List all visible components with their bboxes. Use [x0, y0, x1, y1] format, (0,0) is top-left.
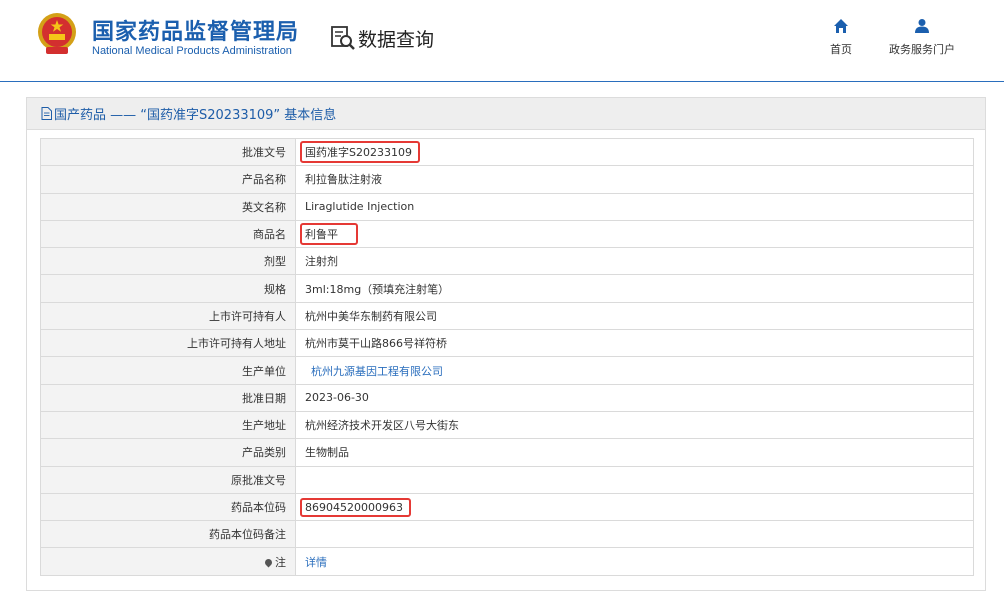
- field-label: 药品本位码备注: [40, 520, 296, 549]
- drug-info-table: 批准文号 国药准字S20233109 产品名称 利拉鲁肽注射液 英文名称 Lir…: [40, 137, 974, 576]
- details-link[interactable]: 详情: [305, 556, 327, 569]
- table-row: 上市许可持有人地址 杭州市莫干山路866号祥符桥: [40, 329, 974, 358]
- manufacturer-link[interactable]: 杭州九源基因工程有限公司: [305, 365, 443, 378]
- field-label: 药品本位码: [40, 492, 296, 522]
- field-label: 剂型: [40, 247, 296, 276]
- table-row: 原批准文号: [40, 465, 974, 494]
- note-label: 注: [275, 555, 286, 569]
- field-label: 规格: [40, 274, 296, 303]
- panel-title: 国产药品 —— “国药准字S20233109” 基本信息: [54, 108, 337, 123]
- field-label: 产品类别: [40, 438, 296, 467]
- approval-date-value: 2023-06-30: [295, 383, 974, 412]
- table-row: 商品名 利鲁平: [40, 219, 974, 249]
- original-approval-number-value: [295, 465, 974, 494]
- home-icon: [834, 19, 848, 33]
- data-query-label: 数据查询: [358, 28, 435, 51]
- data-query-heading: 数据查询: [330, 24, 434, 52]
- field-label: 批准日期: [40, 383, 296, 412]
- table-row: 药品本位码 86904520000963: [40, 492, 974, 522]
- field-value-cell: 利鲁平: [295, 219, 974, 249]
- field-label: 生产单位: [40, 356, 296, 385]
- field-value-cell: 86904520000963: [295, 492, 974, 522]
- document-search-icon: [331, 26, 355, 50]
- nav-home-label: 首页: [830, 43, 852, 56]
- table-row: 英文名称 Liraglutide Injection: [40, 192, 974, 221]
- site-header: 国家药品监督管理局 National Medical Products Admi…: [0, 0, 1004, 82]
- field-label: 产品名称: [40, 165, 296, 194]
- english-name-value: Liraglutide Injection: [295, 192, 974, 221]
- product-name-value: 利拉鲁肽注射液: [295, 165, 974, 194]
- nav-service-portal-label: 政务服务门户: [889, 43, 955, 56]
- dosage-form-value: 注射剂: [295, 247, 974, 276]
- location-pin-icon: [263, 557, 274, 568]
- document-icon: [41, 107, 52, 120]
- field-label: 上市许可持有人地址: [40, 329, 296, 358]
- user-icon: [915, 19, 929, 33]
- site-subtitle: National Medical Products Administration: [92, 45, 292, 57]
- approval-number-value: 国药准字S20233109: [300, 141, 420, 164]
- field-label: 批准文号: [40, 137, 296, 167]
- specification-value: 3ml:18mg（预填充注射笔）: [295, 274, 974, 303]
- field-label-note: 注: [40, 547, 296, 576]
- nav-home[interactable]: 首页: [822, 18, 860, 62]
- field-value-cell: 详情: [295, 547, 974, 576]
- panel-header: 国产药品 —— “国药准字S20233109” 基本信息: [27, 98, 985, 130]
- product-category-value: 生物制品: [295, 438, 974, 467]
- table-row: 上市许可持有人 杭州中美华东制药有限公司: [40, 301, 974, 331]
- license-holder-value: 杭州中美华东制药有限公司: [295, 301, 974, 331]
- field-label: 商品名: [40, 219, 296, 249]
- field-label: 原批准文号: [40, 465, 296, 494]
- table-row: 生产地址 杭州经济技术开发区八号大街东: [40, 410, 974, 440]
- drug-info-panel: 国产药品 —— “国药准字S20233109” 基本信息 批准文号 国药准字S2…: [26, 97, 986, 591]
- table-row: 批准文号 国药准字S20233109: [40, 137, 974, 167]
- drug-code-note-value: [295, 520, 974, 549]
- field-label: 上市许可持有人: [40, 301, 296, 331]
- table-row: 注 详情: [40, 547, 974, 576]
- table-row: 药品本位码备注: [40, 520, 974, 549]
- field-label: 英文名称: [40, 192, 296, 221]
- drug-code-value: 86904520000963: [300, 497, 411, 517]
- national-emblem-icon: [38, 13, 76, 54]
- production-address-value: 杭州经济技术开发区八号大街东: [295, 410, 974, 440]
- nav-service-portal[interactable]: 政务服务门户: [880, 18, 964, 62]
- field-value-cell: 国药准字S20233109: [295, 137, 974, 167]
- table-row: 批准日期 2023-06-30: [40, 383, 974, 412]
- license-holder-address-value: 杭州市莫干山路866号祥符桥: [295, 329, 974, 358]
- table-row: 剂型 注射剂: [40, 247, 974, 276]
- field-label: 生产地址: [40, 410, 296, 440]
- table-row: 规格 3ml:18mg（预填充注射笔）: [40, 274, 974, 303]
- site-title: 国家药品监督管理局: [92, 20, 300, 45]
- table-row: 产品类别 生物制品: [40, 438, 974, 467]
- trade-name-value: 利鲁平: [300, 223, 358, 246]
- field-value-cell: 杭州九源基因工程有限公司: [295, 356, 974, 385]
- table-row: 生产单位 杭州九源基因工程有限公司: [40, 356, 974, 385]
- table-row: 产品名称 利拉鲁肽注射液: [40, 165, 974, 194]
